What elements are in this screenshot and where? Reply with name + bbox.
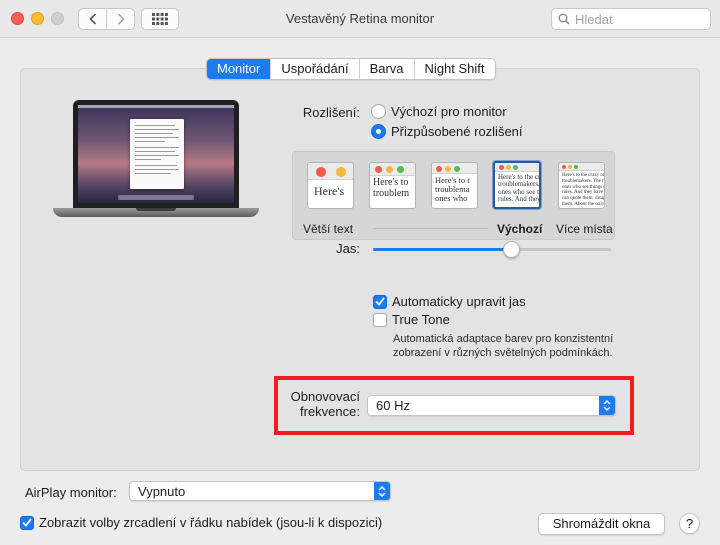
radio-scaled-resolution[interactable]: Přizpůsobené rozlišení	[371, 124, 523, 139]
airplay-label: AirPlay monitor:	[25, 485, 117, 500]
laptop-illustration	[53, 100, 259, 225]
checkmark-icon	[375, 297, 385, 306]
scale-label-default: Výchozí	[497, 222, 543, 236]
resolution-label: Rozlišení:	[302, 105, 360, 120]
tab-monitor[interactable]: Monitor	[207, 59, 271, 79]
radio-default-label: Výchozí pro monitor	[391, 104, 507, 119]
refresh-rate-label-line1: Obnovovací	[290, 389, 360, 404]
airplay-value: Vypnuto	[138, 483, 186, 499]
scale-option-2[interactable]: Here's to troublem	[369, 162, 416, 209]
gather-windows-button[interactable]: Shromáždit okna	[538, 513, 665, 535]
auto-brightness-label: Automaticky upravit jas	[392, 294, 526, 309]
updown-arrows-icon	[374, 482, 390, 500]
scale-option-default[interactable]: Here's to the cr troublemakers. ones who…	[493, 161, 541, 209]
refresh-rate-value: 60 Hz	[376, 398, 410, 413]
refresh-rate-label: Obnovovací frekvence:	[280, 389, 360, 419]
brightness-slider-track[interactable]	[373, 248, 611, 251]
brightness-label: Jas:	[336, 241, 360, 256]
brightness-slider-fill	[373, 248, 512, 251]
auto-brightness-option[interactable]: Automaticky upravit jas	[373, 294, 526, 309]
resolution-scale-picker: Here's Here's to troublem Here's to t tr…	[292, 151, 615, 240]
scale-option-more-space[interactable]: Here's to the crazy one troublemakers. T…	[558, 162, 605, 209]
radio-button[interactable]	[371, 104, 386, 119]
help-button[interactable]: ?	[679, 513, 700, 534]
thumb-sample-text: Here's to t troublema ones who	[435, 175, 470, 203]
checkbox-checked[interactable]	[20, 515, 34, 530]
checkbox-checked[interactable]	[373, 294, 387, 309]
refresh-rate-select[interactable]: 60 Hz	[367, 395, 616, 416]
tab-night-shift[interactable]: Night Shift	[413, 59, 495, 79]
scale-label-larger-text: Větší text	[303, 222, 354, 236]
true-tone-label: True Tone	[392, 312, 450, 327]
checkbox-unchecked[interactable]	[373, 312, 387, 327]
true-tone-option[interactable]: True Tone	[373, 312, 450, 327]
scale-option-3[interactable]: Here's to t troublema ones who	[431, 162, 478, 209]
brightness-slider-knob[interactable]	[502, 241, 520, 258]
checkmark-icon	[22, 518, 32, 527]
scale-option-larger-text[interactable]: Here's	[307, 162, 354, 209]
mirroring-label: Zobrazit volby zrcadlení v řádku nabídek…	[39, 515, 383, 530]
thumb-sample-text: Here's to the crazy one troublemakers. T…	[562, 173, 605, 208]
thumb-sample-text: Here's to the cr troublemakers. ones who…	[498, 173, 541, 204]
tab-bar: Monitor Uspořádání Barva Night Shift	[206, 58, 496, 80]
airplay-select[interactable]: Vypnuto	[129, 481, 391, 501]
radio-button-selected[interactable]	[371, 124, 386, 139]
scale-divider-line	[373, 228, 488, 229]
thumb-sample-text: Here's	[314, 184, 345, 198]
search-placeholder: Hledat	[575, 11, 613, 27]
scale-label-more-space: Více místa	[556, 222, 613, 236]
search-icon	[558, 13, 570, 25]
mirroring-menu-option[interactable]: Zobrazit volby zrcadlení v řádku nabídek…	[20, 515, 382, 530]
updown-arrows-icon	[599, 396, 615, 415]
tab-arrangement[interactable]: Uspořádání	[270, 59, 358, 79]
thumb-sample-text: Here's to troublem	[373, 177, 410, 199]
radio-default-resolution[interactable]: Výchozí pro monitor	[371, 104, 507, 119]
search-field[interactable]: Hledat	[551, 8, 711, 30]
title-bar: Vestavěný Retina monitor Hledat	[0, 0, 720, 38]
tab-color[interactable]: Barva	[358, 59, 414, 79]
refresh-rate-label-line2: frekvence:	[300, 404, 360, 419]
radio-scaled-label: Přizpůsobené rozlišení	[391, 124, 523, 139]
true-tone-description: Automatická adaptace barev pro konzisten…	[393, 333, 614, 359]
